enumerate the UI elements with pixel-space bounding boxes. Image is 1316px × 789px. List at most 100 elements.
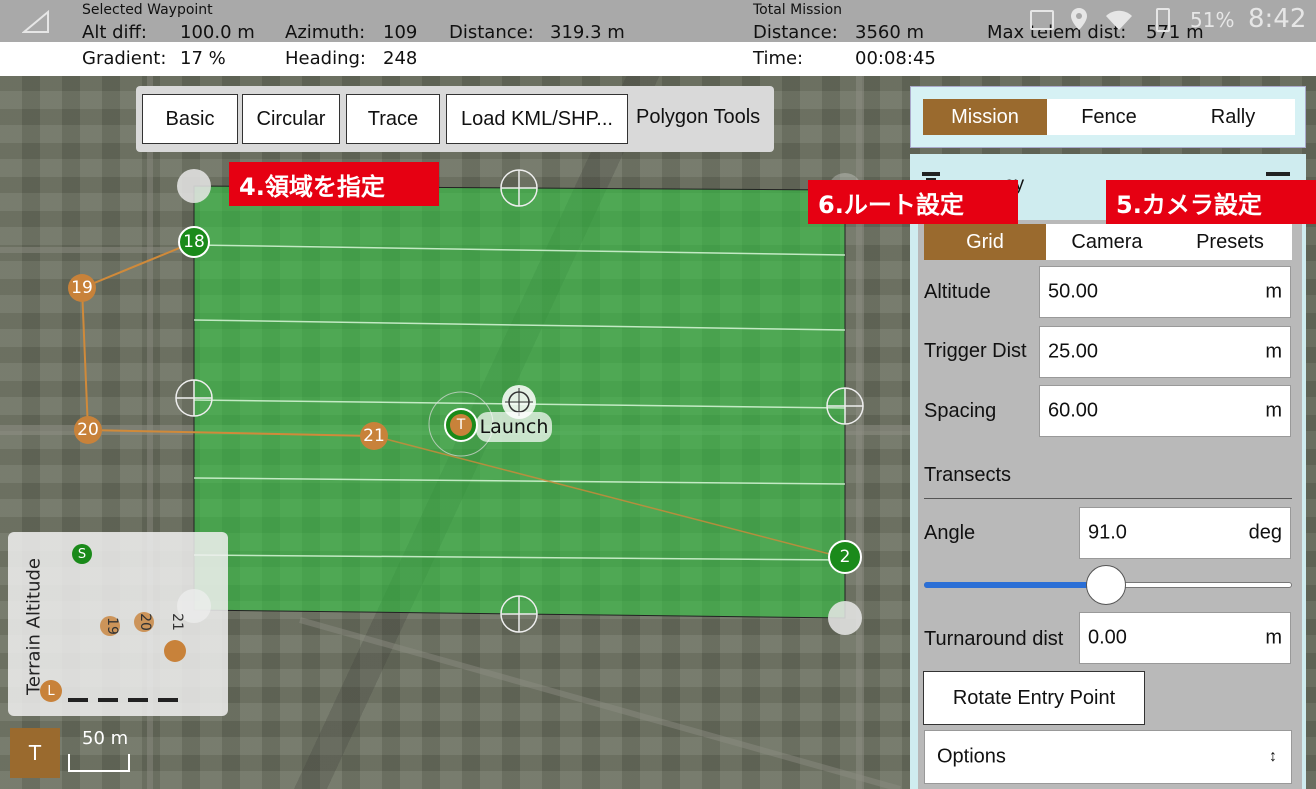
location-icon — [1070, 8, 1088, 30]
trigger-dist-field[interactable]: 25.00 m — [1039, 326, 1291, 378]
vertex-handle — [828, 601, 862, 635]
terrain-point-19: 19 — [103, 617, 120, 635]
angle-value: 91.0 — [1088, 521, 1127, 544]
options-label: Options — [937, 745, 1006, 768]
spacing-field[interactable]: 60.00 m — [1039, 385, 1291, 437]
waypoint-number: 19 — [71, 278, 93, 298]
waypoint-marker-19[interactable]: 19 — [68, 274, 96, 302]
launch-marker[interactable]: T — [444, 408, 478, 442]
turnaround-field[interactable]: 0.00 m — [1079, 612, 1291, 664]
trigger-dist-value: 25.00 — [1048, 340, 1099, 363]
waypoint-marker-20[interactable]: 20 — [74, 416, 102, 444]
android-status-icons: 51% 8:42 — [1030, 4, 1306, 38]
altitude-unit: m — [1265, 280, 1282, 303]
section-divider — [924, 498, 1292, 499]
spacing-label: Spacing — [924, 400, 997, 422]
heading-label: Heading: — [285, 48, 366, 69]
turnaround-unit: m — [1265, 626, 1282, 649]
signal-icon — [21, 9, 50, 34]
tab-mission[interactable]: Mission — [923, 99, 1047, 135]
launch-badge: T — [450, 414, 472, 436]
screen: { "topbar": { "selected_waypoint_title":… — [0, 0, 1316, 789]
trace-button[interactable]: Trace — [346, 94, 440, 144]
plan-type-selector: Mission Fence Rally — [910, 86, 1306, 148]
spacing-unit: m — [1265, 399, 1282, 422]
annotation-area: 4.領域を指定 — [229, 162, 439, 206]
alt-diff-value: 100.0 m — [180, 22, 255, 43]
options-dropdown[interactable]: Options ↕ — [924, 730, 1292, 784]
terrain-dashes — [68, 698, 178, 702]
total-distance-value: 3560 m — [855, 22, 925, 43]
tab-fence[interactable]: Fence — [1047, 99, 1171, 135]
turnaround-value: 0.00 — [1088, 626, 1127, 649]
transects-label: Transects — [924, 464, 1012, 486]
distance-label: Distance: — [449, 22, 534, 43]
terrain-toggle-button[interactable]: T — [10, 728, 60, 778]
heading-value: 248 — [383, 48, 418, 69]
trigger-dist-unit: m — [1265, 340, 1282, 363]
alt-diff-label: Alt diff: — [82, 22, 147, 43]
total-mission-title: Total Mission — [753, 2, 843, 18]
azimuth-value: 109 — [383, 22, 418, 43]
info-bar: Gradient: 17 % Heading: 248 Time: 00:08:… — [0, 42, 1316, 76]
spacing-value: 60.00 — [1048, 399, 1099, 422]
trigger-dist-label: Trigger Dist — [924, 340, 1027, 362]
azimuth-label: Azimuth: — [285, 22, 366, 43]
scale-bar — [68, 754, 130, 772]
map-scale: 50 m — [68, 728, 148, 778]
tab-presets[interactable]: Presets — [1168, 224, 1292, 260]
angle-field[interactable]: 91.0 deg — [1079, 507, 1291, 559]
vertex-handle — [177, 169, 211, 203]
survey-tabs: Grid Camera Presets — [924, 224, 1292, 260]
terrain-altitude-widget: Terrain Altitude S L 19 20 21 — [8, 532, 228, 716]
waypoint-marker-2[interactable]: 2 — [828, 540, 862, 574]
terrain-point-20: 20 — [136, 613, 153, 631]
angle-slider-fill — [924, 582, 1108, 588]
chevron-updown-icon: ↕ — [1269, 748, 1277, 765]
altitude-label: Altitude — [924, 281, 991, 303]
circular-button[interactable]: Circular — [242, 94, 340, 144]
waypoint-marker-18[interactable]: 18 — [178, 226, 210, 258]
battery-icon — [1156, 8, 1170, 32]
terrain-point-21: 21 — [168, 613, 185, 631]
polygon-tools-title: Polygon Tools — [636, 106, 761, 128]
altitude-field[interactable]: 50.00 m — [1039, 266, 1291, 318]
load-kml-button[interactable]: Load KML/SHP... — [446, 94, 628, 144]
cast-icon — [1030, 10, 1054, 30]
waypoint-number: 20 — [77, 420, 99, 440]
time-label: Time: — [753, 48, 804, 69]
waypoint-number: 18 — [183, 232, 205, 252]
angle-unit: deg — [1248, 521, 1282, 544]
tab-rally[interactable]: Rally — [1171, 99, 1295, 135]
tab-grid[interactable]: Grid — [924, 224, 1046, 260]
turnaround-label: Turnaround dist — [924, 628, 1064, 650]
terrain-point-dot — [164, 640, 186, 662]
terrain-land-marker: L — [40, 680, 62, 702]
terrain-altitude-label: Terrain Altitude — [23, 558, 45, 695]
gradient-label: Gradient: — [82, 48, 167, 69]
time-value: 00:08:45 — [855, 48, 936, 69]
selected-waypoint-title: Selected Waypoint — [82, 2, 213, 18]
waypoint-number: 2 — [839, 547, 851, 567]
distance-value: 319.3 m — [550, 22, 625, 43]
wifi-icon — [1106, 10, 1132, 30]
scale-label: 50 m — [82, 728, 129, 749]
annotation-camera: 5.カメラ設定 — [1106, 180, 1316, 224]
launch-label: Launch — [476, 412, 552, 442]
polygon-tools-bar: Basic Circular Trace Load KML/SHP... Pol… — [136, 86, 774, 152]
angle-label: Angle — [924, 522, 976, 544]
total-distance-label: Distance: — [753, 22, 838, 43]
angle-slider-thumb[interactable] — [1086, 565, 1126, 605]
tab-camera[interactable]: Camera — [1046, 224, 1168, 260]
waypoint-number: 21 — [363, 426, 385, 446]
battery-text: 51% — [1190, 8, 1235, 32]
altitude-value: 50.00 — [1048, 280, 1099, 303]
waypoint-marker-21[interactable]: 21 — [360, 422, 388, 450]
status-bar: Selected Waypoint Alt diff: 100.0 m Azim… — [0, 0, 1316, 43]
basic-button[interactable]: Basic — [142, 94, 238, 144]
clock-text: 8:42 — [1248, 4, 1307, 34]
menu-icon[interactable] — [1266, 172, 1290, 176]
annotation-route: 6.ルート設定 — [808, 180, 1018, 224]
gradient-value: 17 % — [180, 48, 226, 69]
rotate-entry-point-button[interactable]: Rotate Entry Point — [923, 671, 1145, 725]
